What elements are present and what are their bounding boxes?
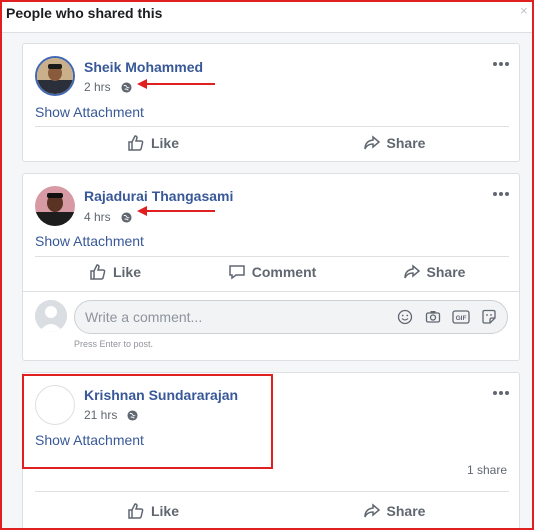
sticker-icon[interactable] <box>481 309 497 325</box>
like-icon <box>90 264 106 280</box>
show-attachment-link[interactable]: Show Attachment <box>35 233 144 249</box>
more-options-icon[interactable] <box>491 190 511 198</box>
more-options-icon[interactable] <box>491 60 511 68</box>
post-time[interactable]: 2 hrs <box>84 80 111 94</box>
like-label: Like <box>150 503 179 519</box>
comment-button[interactable]: Comment <box>221 257 323 287</box>
avatar-photo-rajadurai <box>35 186 75 226</box>
like-icon <box>128 135 144 151</box>
camera-icon[interactable] <box>425 309 441 325</box>
avatar[interactable] <box>35 186 75 226</box>
globe-icon <box>121 82 132 93</box>
show-attachment-link[interactable]: Show Attachment <box>35 104 144 120</box>
comment-icon <box>228 265 245 280</box>
dialog-title: People who shared this <box>6 5 163 21</box>
post-card: Rajadurai Thangasami 4 hrs Show Attachme… <box>22 173 520 361</box>
red-arrow-annotation <box>137 79 215 89</box>
comment-input[interactable] <box>85 301 385 333</box>
divider <box>35 491 509 492</box>
avatar-photo-sheik <box>37 58 73 94</box>
author-name[interactable]: Rajadurai Thangasami <box>84 188 233 204</box>
globe-icon <box>121 212 132 223</box>
shares-list[interactable]: Sheik Mohammed 2 hrs Show Attachment Lik… <box>2 33 532 528</box>
post-time[interactable]: 4 hrs <box>84 210 111 224</box>
share-button[interactable]: Share <box>349 496 439 526</box>
share-icon <box>403 264 420 279</box>
share-count[interactable]: 1 share <box>467 463 507 477</box>
svg-text:GIF: GIF <box>456 315 467 322</box>
like-button[interactable]: Like <box>113 128 193 158</box>
default-user-icon <box>35 300 67 332</box>
divider <box>23 291 519 292</box>
comment-label: Comment <box>251 264 317 280</box>
share-button[interactable]: Share <box>349 128 439 158</box>
red-arrow-annotation <box>137 206 215 216</box>
red-highlight-annotation <box>22 374 273 469</box>
share-label: Share <box>386 503 426 519</box>
dialog-header: People who shared this × <box>2 2 532 33</box>
post-card: Sheik Mohammed 2 hrs Show Attachment Lik… <box>22 43 520 162</box>
press-enter-hint: Press Enter to post. <box>74 339 154 349</box>
share-icon <box>363 503 380 518</box>
close-button[interactable]: × <box>520 4 530 18</box>
share-label: Share <box>386 135 426 151</box>
like-button[interactable]: Like <box>75 257 155 287</box>
comment-box[interactable]: GIF <box>74 300 508 334</box>
like-label: Like <box>112 264 141 280</box>
emoji-icon[interactable] <box>397 309 413 325</box>
share-icon <box>363 135 380 150</box>
author-name[interactable]: Sheik Mohammed <box>84 59 203 75</box>
share-button[interactable]: Share <box>389 257 479 287</box>
commenter-avatar <box>35 300 67 332</box>
like-button[interactable]: Like <box>113 496 193 526</box>
divider <box>35 126 509 127</box>
like-icon <box>128 503 144 519</box>
gif-icon[interactable]: GIF <box>452 309 470 325</box>
more-options-icon[interactable] <box>491 389 511 397</box>
avatar[interactable] <box>35 56 75 96</box>
share-label: Share <box>426 264 466 280</box>
like-label: Like <box>150 135 179 151</box>
